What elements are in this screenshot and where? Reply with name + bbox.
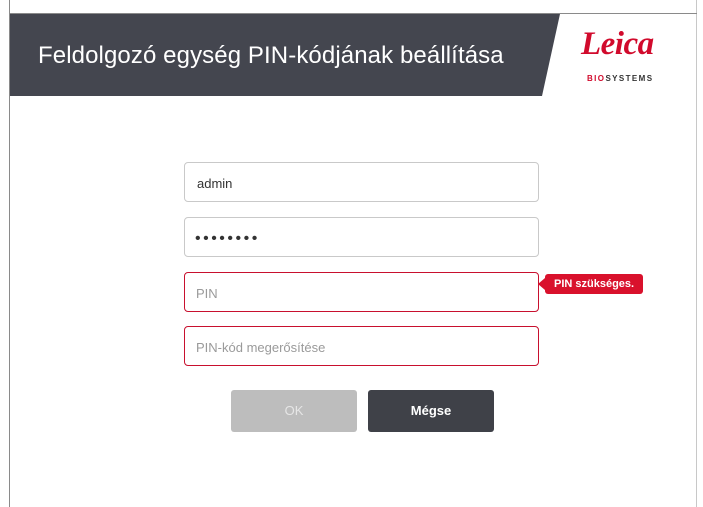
logo-wordmark: Leica: [581, 26, 654, 62]
dialog-window: Feldolgozó egység PIN-kódjának beállítás…: [0, 0, 703, 507]
username-value: admin: [197, 176, 233, 191]
cancel-button[interactable]: Mégse: [368, 390, 494, 432]
ok-button[interactable]: OK: [231, 390, 357, 432]
tooltip-arrow: [538, 278, 545, 290]
username-field[interactable]: admin: [184, 162, 539, 202]
window-right-edge: [696, 0, 703, 507]
pin-placeholder: PIN: [196, 286, 218, 301]
password-mask: ••••••••: [195, 230, 260, 247]
logo-subtitle: BIOSYSTEMS: [587, 74, 654, 83]
window-left-edge: [0, 0, 10, 507]
password-field[interactable]: ••••••••: [184, 217, 539, 257]
pin-confirm-placeholder: PIN-kód megerősítése: [196, 340, 326, 355]
pin-field[interactable]: PIN: [184, 272, 539, 312]
dialog-title: Feldolgozó egység PIN-kódjának beállítás…: [38, 42, 504, 69]
leica-biosystems-logo: Leica BIOSYSTEMS: [581, 26, 681, 86]
pin-error-message: PIN szükséges.: [545, 274, 644, 294]
pin-confirm-field[interactable]: PIN-kód megerősítése: [184, 326, 539, 366]
